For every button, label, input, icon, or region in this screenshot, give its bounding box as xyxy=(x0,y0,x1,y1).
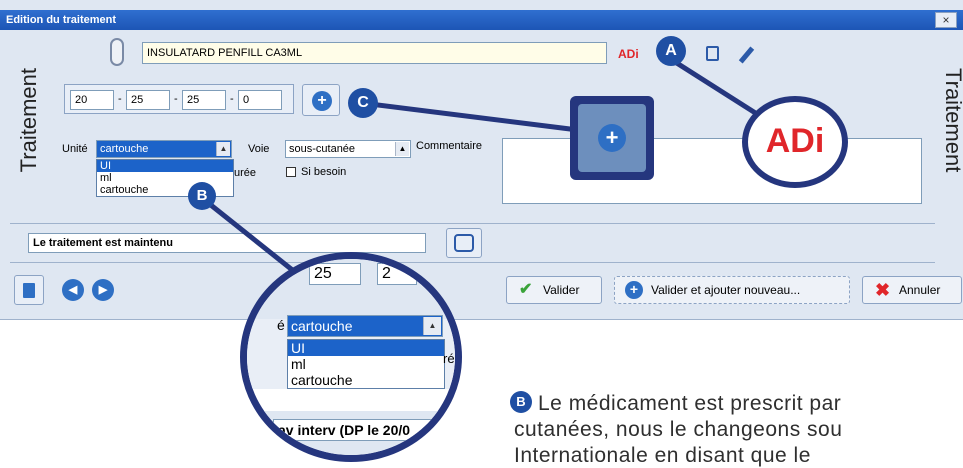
zoom-unite-select: cartouche ▲ xyxy=(287,315,443,337)
description-line-1: Le médicament est prescrit par xyxy=(538,392,842,415)
zoom-add-button-frame: + xyxy=(570,96,654,180)
callout-badge-a: A xyxy=(656,36,686,66)
zoom-unite-option: ml xyxy=(291,356,306,372)
zoom-unite-magnifier: 25 2 é cartouche ▲ UI ml cartouche ré av… xyxy=(240,252,462,462)
callout-badge-b: B xyxy=(188,182,216,210)
zoom-unite-fragment: é xyxy=(277,317,285,333)
zoom-add-button: + xyxy=(578,104,646,172)
dropdown-arrow-icon: ▲ xyxy=(423,317,441,335)
zoom-duree-fragment: ré xyxy=(443,351,455,366)
zoom-unite-options: UI ml cartouche xyxy=(287,339,445,389)
connector-line-c xyxy=(361,100,579,133)
zoom-adi-circle: ADi xyxy=(742,96,848,188)
zoom-unite-option: cartouche xyxy=(291,372,353,388)
description-badge-b: B xyxy=(510,391,532,413)
zoom-field-1: 25 xyxy=(309,263,361,285)
description-line-2: cutanées, nous le changeons sou xyxy=(514,418,843,441)
plus-icon: + xyxy=(598,124,626,152)
zoom-status-field: av interv (DP le 20/0 xyxy=(273,419,455,441)
zoom-unite-option: UI xyxy=(288,340,444,356)
description-line-3: Internationale en disant que le xyxy=(514,444,811,467)
zoom-unite-value: cartouche xyxy=(291,318,353,334)
zoom-adi-text: ADi xyxy=(765,122,825,160)
zoom-field-2: 2 xyxy=(377,263,417,285)
callout-badge-c: C xyxy=(348,88,378,118)
